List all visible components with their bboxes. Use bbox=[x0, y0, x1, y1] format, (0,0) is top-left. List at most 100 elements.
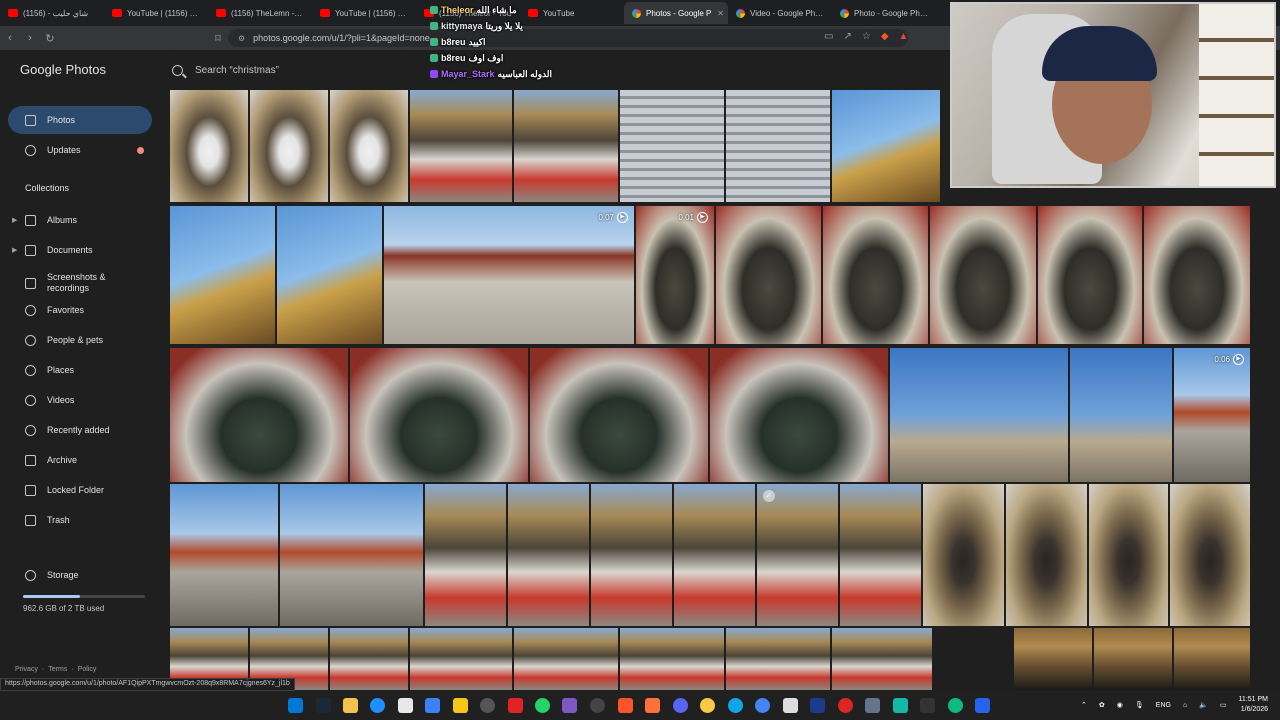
site-info-icon[interactable]: ⚙ bbox=[238, 34, 245, 43]
photo-thumbnail[interactable] bbox=[1170, 484, 1250, 626]
sidebar-item-favorites[interactable]: Favorites bbox=[8, 296, 152, 324]
store-icon[interactable] bbox=[398, 698, 413, 713]
browser-tab[interactable]: Photo - Google Photo bbox=[832, 2, 936, 24]
photo-thumbnail[interactable] bbox=[170, 484, 278, 626]
app-icon[interactable] bbox=[728, 698, 743, 713]
battery-icon[interactable]: ▭ bbox=[1220, 701, 1227, 709]
photo-thumbnail[interactable] bbox=[1014, 628, 1092, 690]
photo-thumbnail[interactable] bbox=[710, 348, 888, 482]
browser-tab[interactable]: YouTube | (1156) زين bbox=[104, 2, 208, 24]
expand-arrow-icon[interactable]: ▶ bbox=[12, 246, 17, 254]
photo-thumbnail[interactable] bbox=[514, 90, 618, 202]
brave-icon[interactable] bbox=[618, 698, 633, 713]
photo-thumbnail[interactable] bbox=[1070, 348, 1172, 482]
microphone-icon[interactable]: 🎙 bbox=[1135, 701, 1144, 709]
photo-thumbnail[interactable] bbox=[410, 90, 512, 202]
sidebar-item-people[interactable]: People & pets bbox=[8, 326, 152, 354]
photo-thumbnail[interactable] bbox=[250, 90, 328, 202]
app-icon[interactable] bbox=[453, 698, 468, 713]
clock[interactable]: 11:51 PM 1/6/2026 bbox=[1239, 695, 1268, 715]
photo-thumbnail[interactable] bbox=[1006, 484, 1087, 626]
app-icon[interactable] bbox=[920, 698, 935, 713]
search-input[interactable]: Search “christmas” bbox=[160, 55, 420, 85]
photo-thumbnail[interactable] bbox=[1038, 206, 1142, 344]
photo-thumbnail[interactable] bbox=[1094, 628, 1172, 690]
sidebar-item-documents[interactable]: ▶ Documents bbox=[8, 236, 152, 264]
photo-thumbnail[interactable] bbox=[277, 206, 382, 344]
rewards-icon[interactable]: ▲ bbox=[899, 31, 909, 42]
google-photos-logo[interactable]: Google Photos bbox=[20, 62, 106, 77]
photo-thumbnail[interactable] bbox=[620, 628, 724, 690]
photo-thumbnail[interactable] bbox=[832, 628, 932, 690]
tray-app-icon[interactable]: ◉ bbox=[1117, 701, 1123, 709]
sidebar-item-recently-added[interactable]: Recently added bbox=[8, 416, 152, 444]
photo-thumbnail[interactable] bbox=[726, 628, 830, 690]
back-icon[interactable]: ‹ bbox=[0, 32, 20, 44]
photo-thumbnail[interactable] bbox=[591, 484, 672, 626]
mail-icon[interactable] bbox=[425, 698, 440, 713]
sidebar-item-archive[interactable]: Archive bbox=[8, 446, 152, 474]
browser-tab[interactable]: YouTube | (1156) راسي bbox=[312, 2, 416, 24]
sidebar-item-trash[interactable]: Trash bbox=[8, 506, 152, 534]
app-icon[interactable] bbox=[645, 698, 660, 713]
browser-tab[interactable]: Video - Google Photo bbox=[728, 2, 832, 24]
photo-thumbnail[interactable] bbox=[350, 348, 528, 482]
sidebar-item-videos[interactable]: Videos bbox=[8, 386, 152, 414]
browser-tab[interactable]: (1156) TheLemn - You bbox=[208, 2, 312, 24]
browser-tab[interactable]: شاي حليب - (1156) bbox=[0, 2, 104, 24]
app-icon[interactable] bbox=[590, 698, 605, 713]
sidebar-item-locked-folder[interactable]: Locked Folder bbox=[8, 476, 152, 504]
app-icon[interactable] bbox=[893, 698, 908, 713]
photo-thumbnail[interactable] bbox=[514, 628, 618, 690]
photo-thumbnail[interactable] bbox=[530, 348, 708, 482]
video-thumbnail[interactable]: 0:06 ▶ bbox=[1174, 348, 1250, 482]
sidebar-item-screenshots[interactable]: Screenshots & recordings bbox=[8, 266, 152, 300]
sidebar-item-places[interactable]: Places bbox=[8, 356, 152, 384]
privacy-link[interactable]: Privacy bbox=[15, 666, 38, 673]
star-icon[interactable]: ☆ bbox=[862, 31, 871, 42]
language-indicator[interactable]: ENG bbox=[1156, 702, 1171, 709]
app-icon[interactable] bbox=[480, 698, 495, 713]
photo-thumbnail[interactable] bbox=[620, 90, 724, 202]
app-icon[interactable] bbox=[562, 698, 577, 713]
terms-link[interactable]: Terms bbox=[48, 666, 67, 673]
expand-arrow-icon[interactable]: ▶ bbox=[12, 216, 17, 224]
photo-thumbnail[interactable] bbox=[716, 206, 821, 344]
app-icon[interactable] bbox=[838, 698, 853, 713]
photo-thumbnail[interactable] bbox=[840, 484, 921, 626]
share-icon[interactable]: ↗ bbox=[843, 31, 851, 42]
app-icon[interactable] bbox=[700, 698, 715, 713]
app-icon[interactable] bbox=[975, 698, 990, 713]
network-icon[interactable]: ⌂ bbox=[1183, 702, 1187, 709]
bookmark-icon[interactable]: ⌑ bbox=[208, 32, 228, 45]
photo-thumbnail[interactable] bbox=[923, 484, 1004, 626]
photo-thumbnail[interactable] bbox=[280, 484, 423, 626]
edge-icon[interactable] bbox=[370, 698, 385, 713]
close-icon[interactable]: ✕ bbox=[717, 9, 724, 18]
policy-link[interactable]: Policy bbox=[78, 666, 97, 673]
photo-thumbnail[interactable] bbox=[330, 628, 408, 690]
steam-icon[interactable] bbox=[316, 698, 331, 713]
tray-app-icon[interactable]: ✿ bbox=[1099, 701, 1105, 709]
photo-thumbnail[interactable] bbox=[1174, 628, 1250, 690]
notion-icon[interactable] bbox=[783, 698, 798, 713]
photo-thumbnail[interactable] bbox=[425, 484, 506, 626]
chrome-icon[interactable] bbox=[755, 698, 770, 713]
photo-thumbnail[interactable] bbox=[330, 90, 408, 202]
photo-thumbnail[interactable] bbox=[508, 484, 589, 626]
whatsapp-icon[interactable] bbox=[535, 698, 550, 713]
app-icon[interactable] bbox=[810, 698, 825, 713]
photo-thumbnail[interactable] bbox=[410, 628, 512, 690]
brave-shield-icon[interactable]: ◆ bbox=[881, 31, 889, 42]
sidebar-item-updates[interactable]: Updates bbox=[8, 136, 152, 164]
photo-thumbnail[interactable]: ✓ bbox=[757, 484, 838, 626]
cast-icon[interactable]: ▭ bbox=[824, 31, 833, 42]
file-explorer-icon[interactable] bbox=[343, 698, 358, 713]
photo-thumbnail[interactable] bbox=[726, 90, 830, 202]
photo-thumbnail[interactable] bbox=[1144, 206, 1250, 344]
photo-thumbnail[interactable] bbox=[1089, 484, 1168, 626]
sidebar-item-storage[interactable]: Storage bbox=[8, 561, 152, 589]
photo-thumbnail[interactable] bbox=[170, 206, 275, 344]
windows-start-icon[interactable] bbox=[288, 698, 303, 713]
discord-icon[interactable] bbox=[673, 698, 688, 713]
